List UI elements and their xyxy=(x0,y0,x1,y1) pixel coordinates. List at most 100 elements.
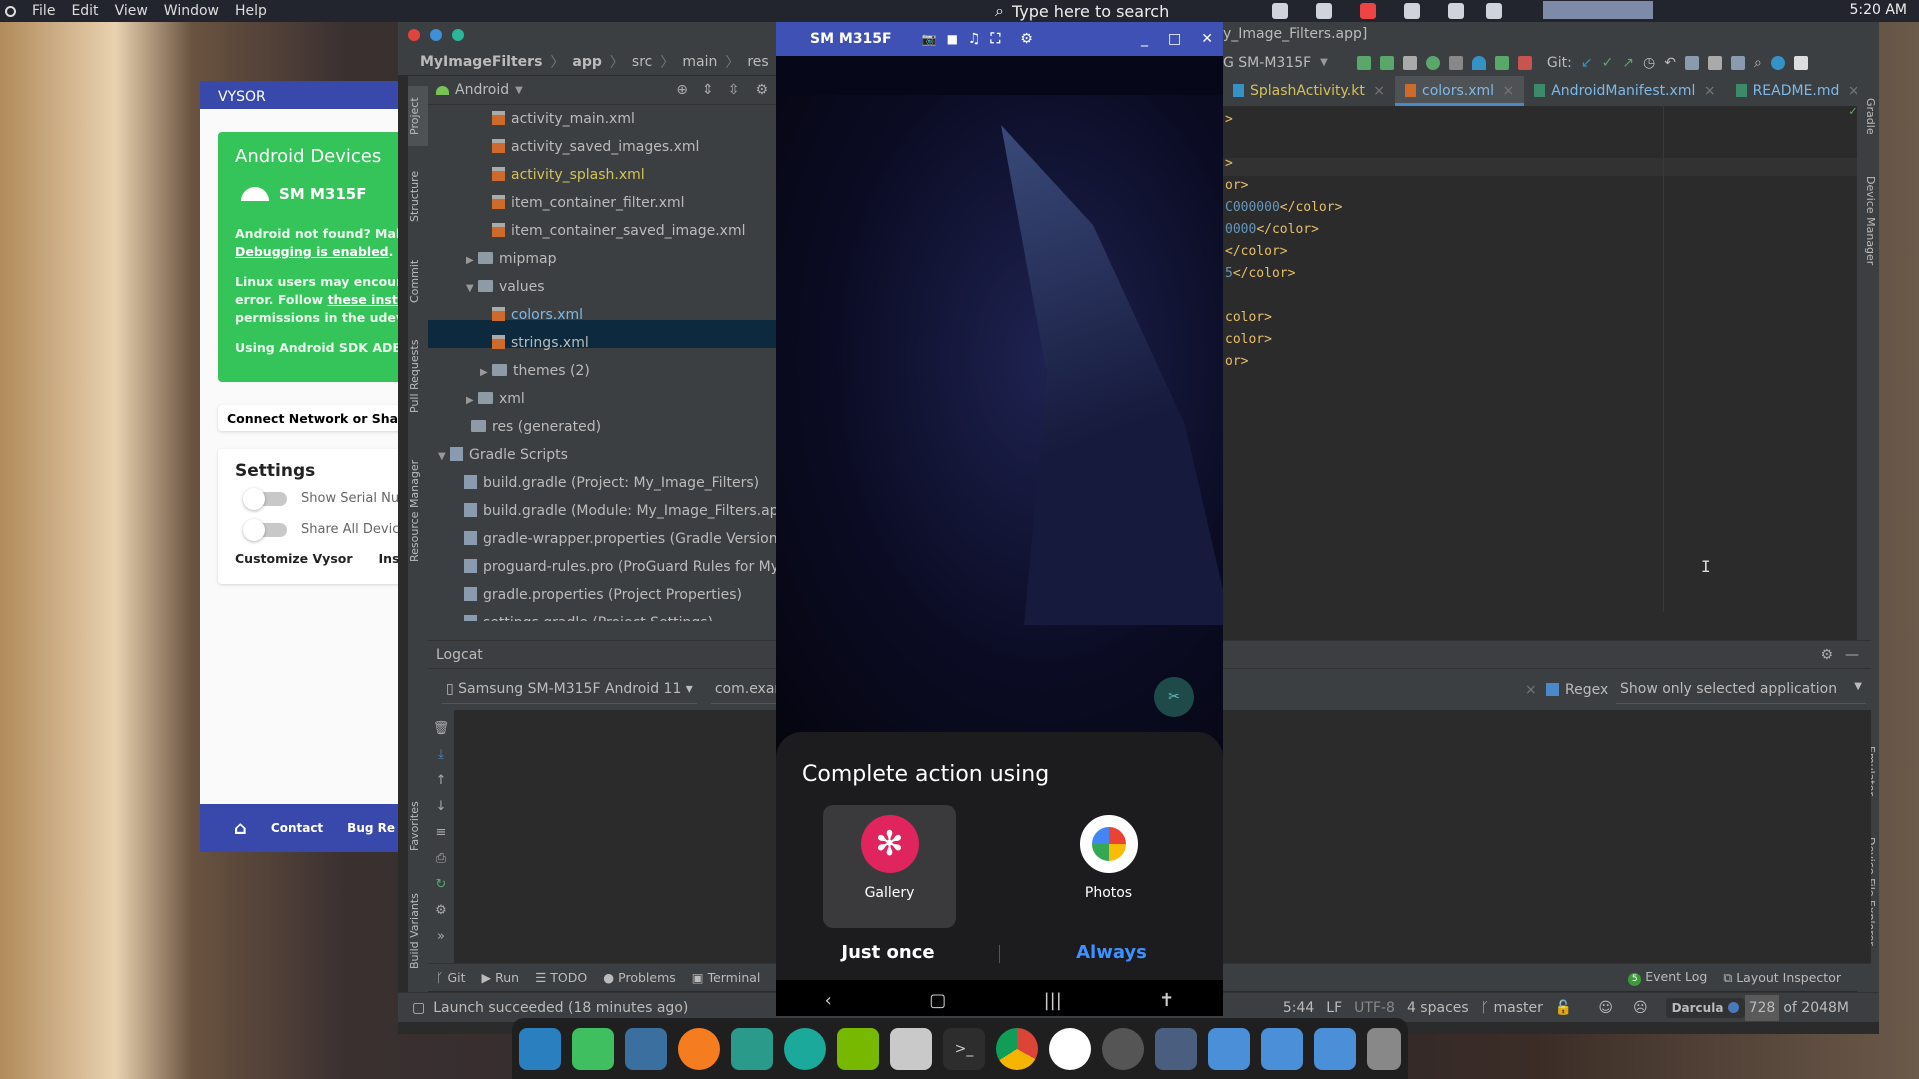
phone-screen-image[interactable]: ✂ xyxy=(776,95,1223,755)
event-log-button[interactable]: 5 Event Log xyxy=(1628,969,1707,986)
device-selector[interactable]: G SM-M315F xyxy=(1223,55,1311,71)
menu-file[interactable]: File xyxy=(32,3,55,19)
tab-terminal[interactable]: ▣ Terminal xyxy=(692,970,761,985)
tree-item[interactable]: res (generated) xyxy=(471,413,601,441)
tab-build-variants[interactable]: Build Variants xyxy=(408,876,428,986)
more-icon[interactable]: » xyxy=(428,924,454,950)
attach-debugger-icon[interactable] xyxy=(1494,55,1509,70)
coverage-icon[interactable] xyxy=(1448,55,1463,70)
wifi-icon[interactable] xyxy=(1486,3,1502,19)
smile-icon[interactable]: ☺ xyxy=(1598,1000,1613,1016)
tree-item[interactable]: ▼ values xyxy=(466,273,545,301)
instructions-link[interactable]: these instr xyxy=(328,292,398,307)
audio-icon[interactable]: ♫ xyxy=(968,31,981,47)
trash-icon[interactable] xyxy=(1367,1027,1401,1070)
tree-item[interactable]: gradle-wrapper.properties (Gradle Versio… xyxy=(464,525,783,553)
tree-item[interactable]: gradle.properties (Project Properties) xyxy=(464,581,742,609)
app-grid-icon[interactable] xyxy=(519,1027,561,1070)
back-icon[interactable]: ‹ xyxy=(825,990,832,1011)
filter-dropdown[interactable]: Show only selected application ▼ xyxy=(1616,675,1866,704)
show-serial-toggle[interactable]: Show Serial Nu xyxy=(243,487,398,510)
tray-icon[interactable] xyxy=(1272,3,1288,19)
close-icon[interactable]: ✕ xyxy=(1201,31,1213,47)
close-tab-icon[interactable]: × xyxy=(1503,83,1515,99)
archive-icon[interactable] xyxy=(890,1027,932,1070)
tab-resource-manager[interactable]: Resource Manager xyxy=(408,446,428,576)
caret-position[interactable]: 5:44 xyxy=(1283,1000,1314,1016)
app-icon[interactable] xyxy=(731,1027,773,1070)
tree-item[interactable]: settings.gradle (Project Settings) xyxy=(464,609,713,621)
tree-item[interactable]: colors.xml xyxy=(492,301,583,329)
account-icon[interactable] xyxy=(1793,55,1808,70)
tab-pull-requests[interactable]: Pull Requests xyxy=(408,326,428,426)
search-icon[interactable]: ⌕ xyxy=(1754,55,1762,71)
history-icon[interactable]: ◷ xyxy=(1643,55,1655,71)
profiler-icon[interactable] xyxy=(1471,55,1486,70)
fullscreen-icon[interactable]: ⛶ xyxy=(990,31,1000,47)
scroll-end-icon[interactable]: ⤓ xyxy=(428,742,454,768)
rollback-icon[interactable]: ↶ xyxy=(1664,55,1676,71)
install-link[interactable]: Inst xyxy=(379,551,398,566)
maximize-icon[interactable]: □ xyxy=(1168,31,1181,47)
power-icon[interactable] xyxy=(1448,3,1464,19)
print-icon[interactable]: ⎙ xyxy=(428,846,454,872)
search-box[interactable]: ⌕ Type here to search xyxy=(995,0,1169,22)
connect-network-button[interactable]: Connect Network or Shar xyxy=(218,405,398,431)
menu-edit[interactable]: Edit xyxy=(71,3,98,19)
minimize-window-button[interactable] xyxy=(430,29,442,41)
menu-view[interactable]: View xyxy=(115,3,148,19)
tree-item[interactable]: build.gradle (Module: My_Image_Filters.a… xyxy=(464,497,793,525)
expand-arrow-icon[interactable]: ▶ xyxy=(480,359,492,387)
git-push-icon[interactable]: ↗ xyxy=(1622,55,1634,71)
hide-icon[interactable]: — xyxy=(1845,647,1859,663)
tree-item[interactable]: strings.xml xyxy=(492,329,589,357)
trash-icon[interactable]: 🗑 xyxy=(428,716,454,742)
tree-item[interactable]: ▼ Gradle Scripts xyxy=(438,441,568,469)
menu-window[interactable]: Window xyxy=(164,3,219,19)
debug-icon[interactable] xyxy=(1425,55,1440,70)
chrome-icon[interactable] xyxy=(996,1027,1038,1070)
wrap-icon[interactable]: ≡ xyxy=(428,820,454,846)
tree-item[interactable]: proguard-rules.pro (ProGuard Rules for M… xyxy=(464,553,786,581)
device-item[interactable]: SM M315F xyxy=(241,185,398,203)
home-icon[interactable]: ▢ xyxy=(929,990,946,1011)
maximize-window-button[interactable] xyxy=(452,29,464,41)
close-window-button[interactable] xyxy=(408,29,420,41)
apple-icon[interactable] xyxy=(5,5,16,17)
android-studio-icon[interactable] xyxy=(625,1027,667,1070)
folder-icon[interactable] xyxy=(1314,1027,1356,1070)
share-devices-toggle[interactable]: Share All Device xyxy=(243,518,398,541)
sdk-manager-icon[interactable] xyxy=(1730,55,1745,70)
tree-item[interactable]: activity_saved_images.xml xyxy=(492,133,699,161)
regex-checkbox[interactable]: Regex xyxy=(1546,682,1608,698)
logcat-icon[interactable] xyxy=(1402,55,1417,70)
folder-icon[interactable] xyxy=(1208,1027,1250,1070)
minimize-icon[interactable]: _ xyxy=(1141,31,1148,47)
tab-run[interactable]: ▶ Run xyxy=(482,970,520,985)
down-icon[interactable]: ↓ xyxy=(428,794,454,820)
tab-structure[interactable]: Structure xyxy=(408,156,428,236)
tray-icon[interactable] xyxy=(1360,3,1376,19)
debugging-link[interactable]: Debugging is enabled xyxy=(235,244,389,259)
terminal-icon[interactable]: >_ xyxy=(943,1027,985,1070)
expand-all-icon[interactable]: ⇕ xyxy=(702,82,714,98)
notification-icon[interactable] xyxy=(1316,3,1332,19)
close-tab-icon[interactable]: × xyxy=(1704,83,1716,99)
firefox-icon[interactable] xyxy=(678,1027,720,1070)
collapse-all-icon[interactable]: ⇳ xyxy=(728,82,740,98)
up-icon[interactable]: ↑ xyxy=(428,768,454,794)
app-option-gallery[interactable]: ✻ Gallery xyxy=(823,805,956,928)
nvidia-icon[interactable] xyxy=(837,1027,879,1070)
git-commit-icon[interactable]: ✓ xyxy=(1602,55,1614,71)
gear-icon[interactable]: ⚙ xyxy=(1820,647,1833,663)
update-icon[interactable] xyxy=(1770,55,1785,70)
memory-used[interactable]: 728 xyxy=(1744,994,1780,1021)
indent[interactable]: 4 spaces xyxy=(1407,1000,1469,1016)
tree-item[interactable]: item_container_filter.xml xyxy=(492,189,685,217)
workspace-switcher[interactable] xyxy=(1543,1,1653,19)
encoding[interactable]: UTF-8 xyxy=(1354,1000,1395,1016)
tree-item[interactable]: ▶ xml xyxy=(466,385,525,413)
crumb[interactable]: main xyxy=(682,54,717,70)
just-once-button[interactable]: Just once xyxy=(776,942,1000,963)
gear-icon[interactable]: ⚙ xyxy=(428,898,454,924)
